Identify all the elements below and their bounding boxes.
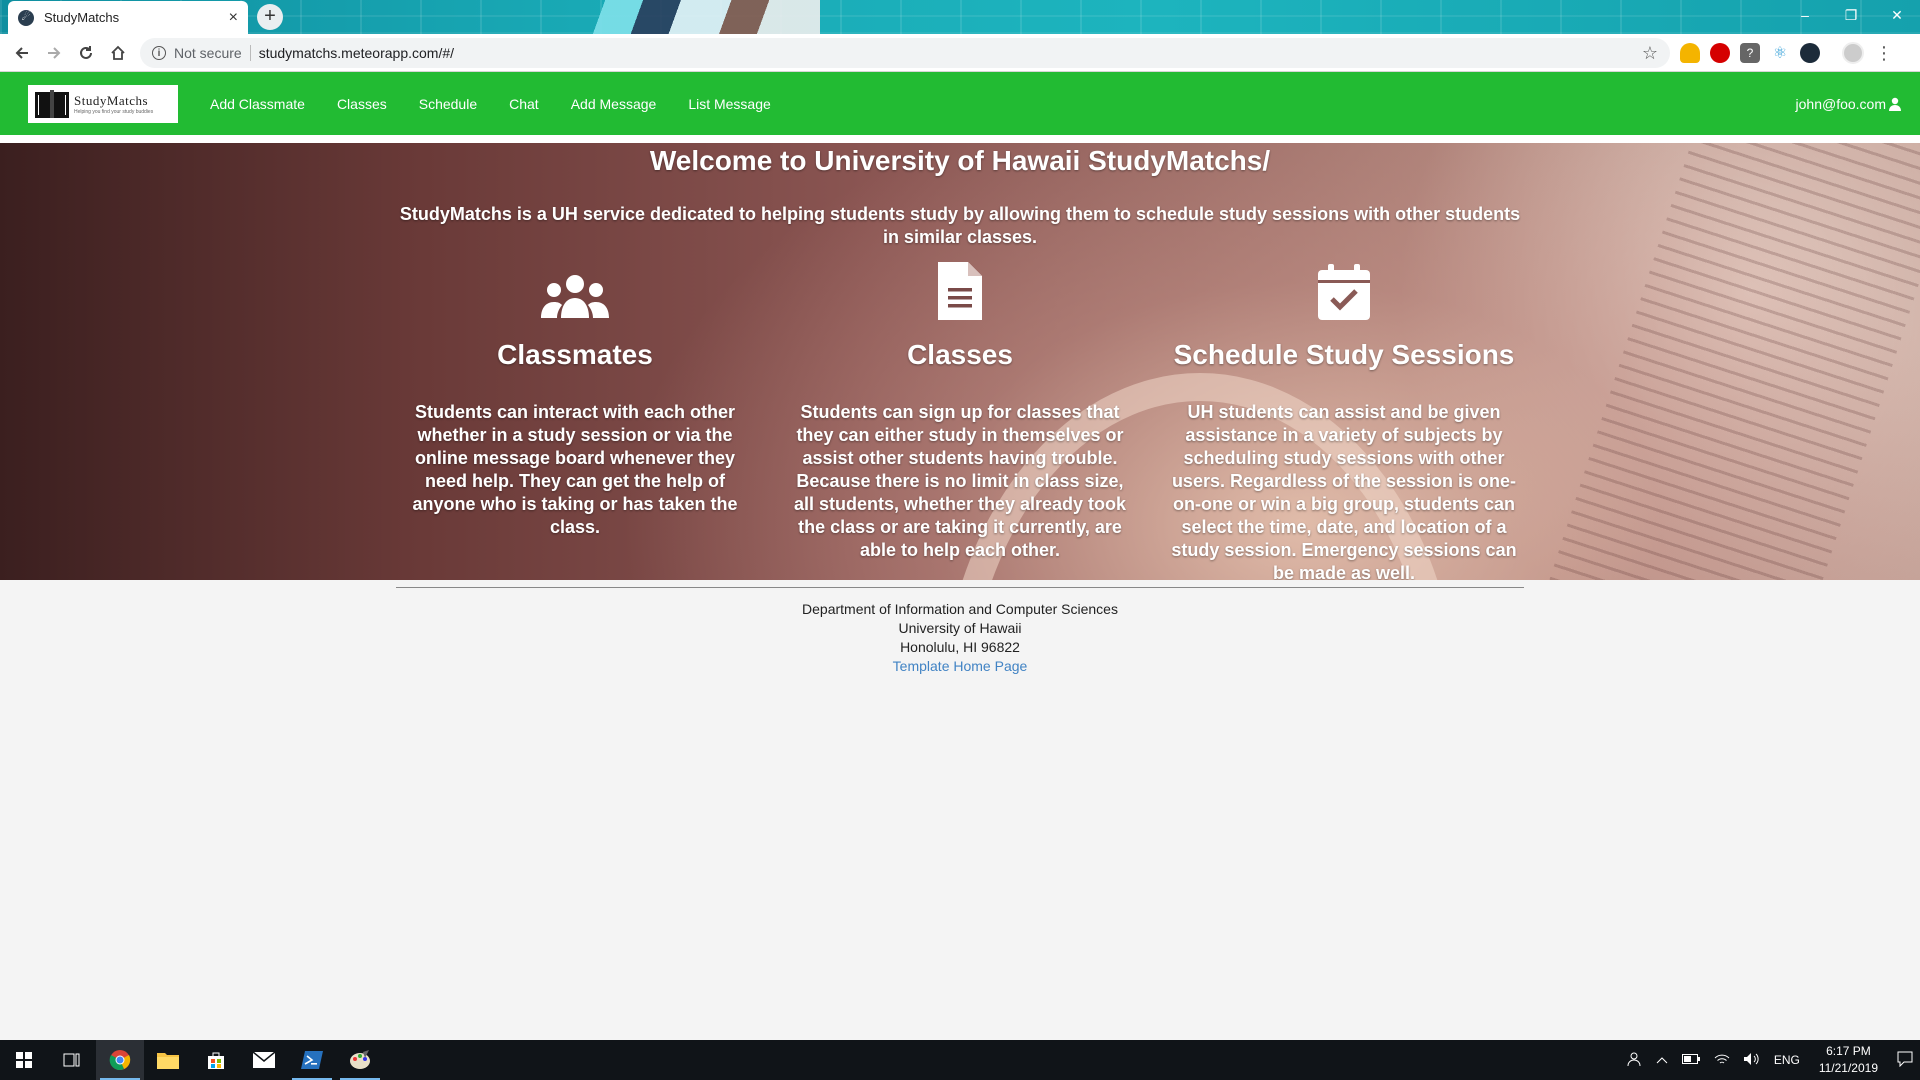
window-controls: – ❐ ✕ [1782,0,1920,34]
new-tab-button[interactable]: + [257,4,283,30]
chevron-up-icon[interactable] [1656,1053,1668,1067]
feature-text: Students can interact with each other wh… [412,402,738,537]
wifi-icon[interactable] [1714,1053,1730,1068]
nav-divider [0,135,1920,143]
brand-name: StudyMatchs [74,92,149,108]
forward-arrow-icon[interactable] [38,37,70,69]
user-icon [1888,97,1902,111]
bookmark-star-icon[interactable]: ☆ [1642,43,1658,64]
mail-icon[interactable] [240,1040,288,1080]
tab-title: StudyMatchs [44,10,120,25]
titlebar-background-pattern [0,0,1920,34]
address-separator [249,45,251,61]
calendar-check-icon [1164,260,1524,320]
tab-close-icon[interactable]: × [229,9,238,27]
restore-button[interactable]: ❐ [1828,0,1874,30]
extensions-area: ? ⚛ ⋮ [1680,42,1894,64]
windows-taskbar: ENG 6:17 PM 11/21/2019 [0,1040,1920,1080]
nav-classes[interactable]: Classes [337,96,387,112]
site-navbar: StudyMatchs Helping you find your study … [0,72,1920,135]
info-icon[interactable]: i [152,46,166,60]
hero-background-texture [1533,143,1920,580]
meteor-favicon-icon: ☄ [18,9,34,26]
feature-title: Classmates [497,339,653,370]
nav-add-classmate[interactable]: Add Classmate [210,96,305,112]
intro-text: StudyMatchs is a UH service dedicated to… [399,204,1521,247]
studymatchs-logo[interactable]: StudyMatchs Helping you find your study … [28,84,178,123]
powershell-icon[interactable] [288,1040,336,1080]
feature-classmates: Classmates Students can interact with ea… [395,260,755,539]
footer-university: University of Hawaii [898,620,1022,636]
battery-icon[interactable] [1681,1053,1700,1067]
file-text-icon [780,260,1140,320]
nav-add-message[interactable]: Add Message [571,96,657,112]
store-icon[interactable] [192,1040,240,1080]
clock-date: 11/21/2019 [1818,1061,1878,1075]
home-icon[interactable] [102,37,134,69]
feature-title: Schedule Study Sessions [1173,339,1515,370]
feature-classes: Classes Students can sign up for classes… [780,260,1140,562]
page-title: Welcome to University of Hawaii StudyMat… [649,145,1271,176]
url-text[interactable]: studymatchs.meteorapp.com/#/ [259,45,1642,61]
template-home-link[interactable]: Template Home Page [396,657,1524,676]
extension-icon[interactable] [1710,43,1730,63]
clock-time: 6:17 PM [1826,1044,1871,1058]
profile-avatar[interactable] [1842,42,1864,64]
file-explorer-icon[interactable] [144,1040,192,1080]
page-footer: Department of Information and Computer S… [396,587,1524,676]
nav-schedule[interactable]: Schedule [419,96,477,112]
paint-app-icon[interactable] [336,1040,384,1080]
book-logo-icon [32,87,72,121]
extension-icon[interactable] [1680,43,1700,63]
extension-icon[interactable] [1800,43,1820,63]
address-bar[interactable]: i Not secure studymatchs.meteorapp.com/#… [140,38,1670,68]
reload-icon[interactable] [70,37,102,69]
browser-toolbar: i Not secure studymatchs.meteorapp.com/#… [0,34,1920,72]
hero-section: Welcome to University of Hawaii StudyMat… [0,143,1920,580]
volume-icon[interactable] [1743,1052,1760,1068]
language-indicator[interactable]: ENG [1774,1053,1800,1067]
chrome-taskbar-icon[interactable] [96,1040,144,1080]
close-window-button[interactable]: ✕ [1874,0,1920,30]
nav-list-message[interactable]: List Message [688,96,770,112]
extension-icon[interactable]: ? [1740,43,1760,63]
browser-tab-active[interactable]: ☄ StudyMatchs × [8,1,248,34]
action-center-icon[interactable] [1897,1051,1913,1070]
footer-department: Department of Information and Computer S… [802,601,1118,617]
feature-schedule: Schedule Study Sessions UH students can … [1164,260,1524,580]
people-icon[interactable] [1626,1051,1642,1070]
browser-titlebar: ☄ StudyMatchs × + – ❐ ✕ [0,0,1920,34]
nav-chat[interactable]: Chat [509,96,539,112]
feature-text: UH students can assist and be given assi… [1171,402,1517,580]
user-email[interactable]: john@foo.com [1796,96,1886,112]
feature-text: Students can sign up for classes that th… [793,402,1127,560]
security-label: Not secure [174,45,242,61]
task-view-icon[interactable] [48,1040,96,1080]
back-arrow-icon[interactable] [6,37,38,69]
brand-tagline: Helping you find your study buddies [74,108,154,115]
system-tray: ENG 6:17 PM 11/21/2019 [1619,1040,1920,1080]
browser-menu-icon[interactable]: ⋮ [1874,43,1894,63]
users-icon [395,260,755,320]
system-clock[interactable]: 6:17 PM 11/21/2019 [1819,1043,1878,1077]
footer-address: Honolulu, HI 96822 [900,639,1020,655]
minimize-button[interactable]: – [1782,0,1828,30]
user-menu[interactable]: john@foo.com [1796,72,1902,135]
react-devtools-icon[interactable]: ⚛ [1770,43,1790,63]
feature-title: Classes [907,339,1013,370]
theme-artwork [580,0,820,34]
windows-start-icon[interactable] [0,1040,48,1080]
